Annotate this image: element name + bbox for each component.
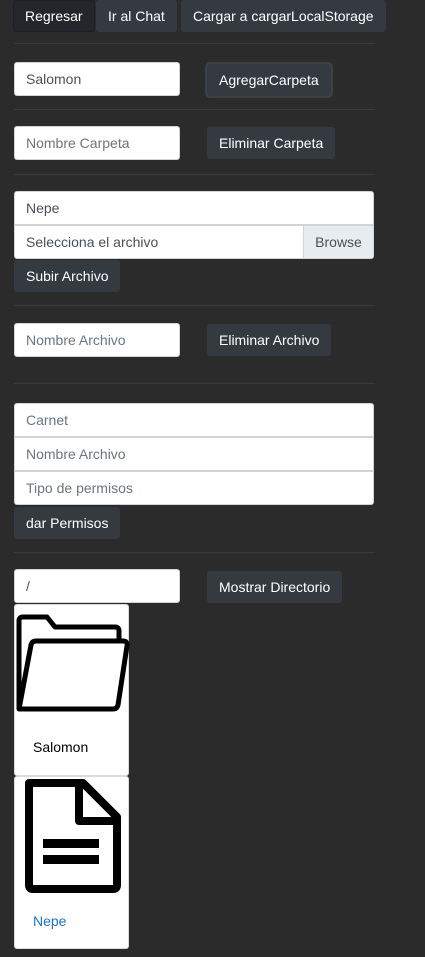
delete-file-button[interactable]: Eliminar Archivo	[207, 324, 332, 356]
delete-folder-input[interactable]: Nombre Carpeta	[14, 126, 180, 160]
directory-path-input[interactable]: /	[14, 569, 180, 603]
file-card[interactable]: Nepe	[14, 776, 129, 949]
upload-file-button[interactable]: Subir Archivo	[14, 260, 121, 292]
regresar-button[interactable]: Regresar	[13, 0, 95, 32]
browse-button[interactable]: Browse	[303, 226, 373, 258]
delete-file-input[interactable]: Nombre Archivo	[14, 323, 180, 357]
add-folder-button[interactable]: AgregarCarpeta	[207, 64, 331, 96]
permission-type-input[interactable]: Tipo de permisos	[14, 471, 374, 505]
delete-folder-placeholder: Nombre Carpeta	[26, 135, 130, 151]
divider	[14, 552, 375, 553]
delete-folder-button[interactable]: Eliminar Carpeta	[207, 127, 336, 159]
divider	[14, 43, 375, 44]
delete-file-placeholder: Nombre Archivo	[26, 332, 126, 348]
divider	[14, 305, 375, 306]
folder-icon	[16, 614, 130, 712]
file-picker-label: Selecciona el archivo	[26, 234, 159, 250]
folder-name[interactable]: Salomon	[33, 739, 88, 755]
document-icon	[25, 779, 121, 893]
carnet-placeholder: Carnet	[26, 412, 69, 428]
folder-card[interactable]: Salomon	[14, 604, 130, 776]
file-picker[interactable]: Selecciona el archivo Browse	[14, 225, 374, 259]
permission-file-input[interactable]: Nombre Archivo	[14, 437, 374, 471]
divider	[14, 174, 375, 175]
divider	[14, 383, 375, 384]
folder-name-input[interactable]: Salomon	[14, 62, 180, 96]
cargar-localstorage-button[interactable]: Cargar a cargarLocalStorage	[181, 0, 386, 32]
show-directory-button[interactable]: Mostrar Directorio	[207, 571, 343, 603]
file-name-input[interactable]: Nepe	[14, 191, 374, 225]
divider	[14, 109, 375, 110]
carnet-input[interactable]: Carnet	[14, 403, 374, 437]
permission-file-placeholder: Nombre Archivo	[26, 446, 126, 462]
permission-type-placeholder: Tipo de permisos	[26, 480, 133, 496]
give-permissions-button[interactable]: dar Permisos	[14, 507, 121, 539]
file-name-link[interactable]: Nepe	[33, 913, 66, 929]
chat-button[interactable]: Ir al Chat	[96, 0, 177, 32]
